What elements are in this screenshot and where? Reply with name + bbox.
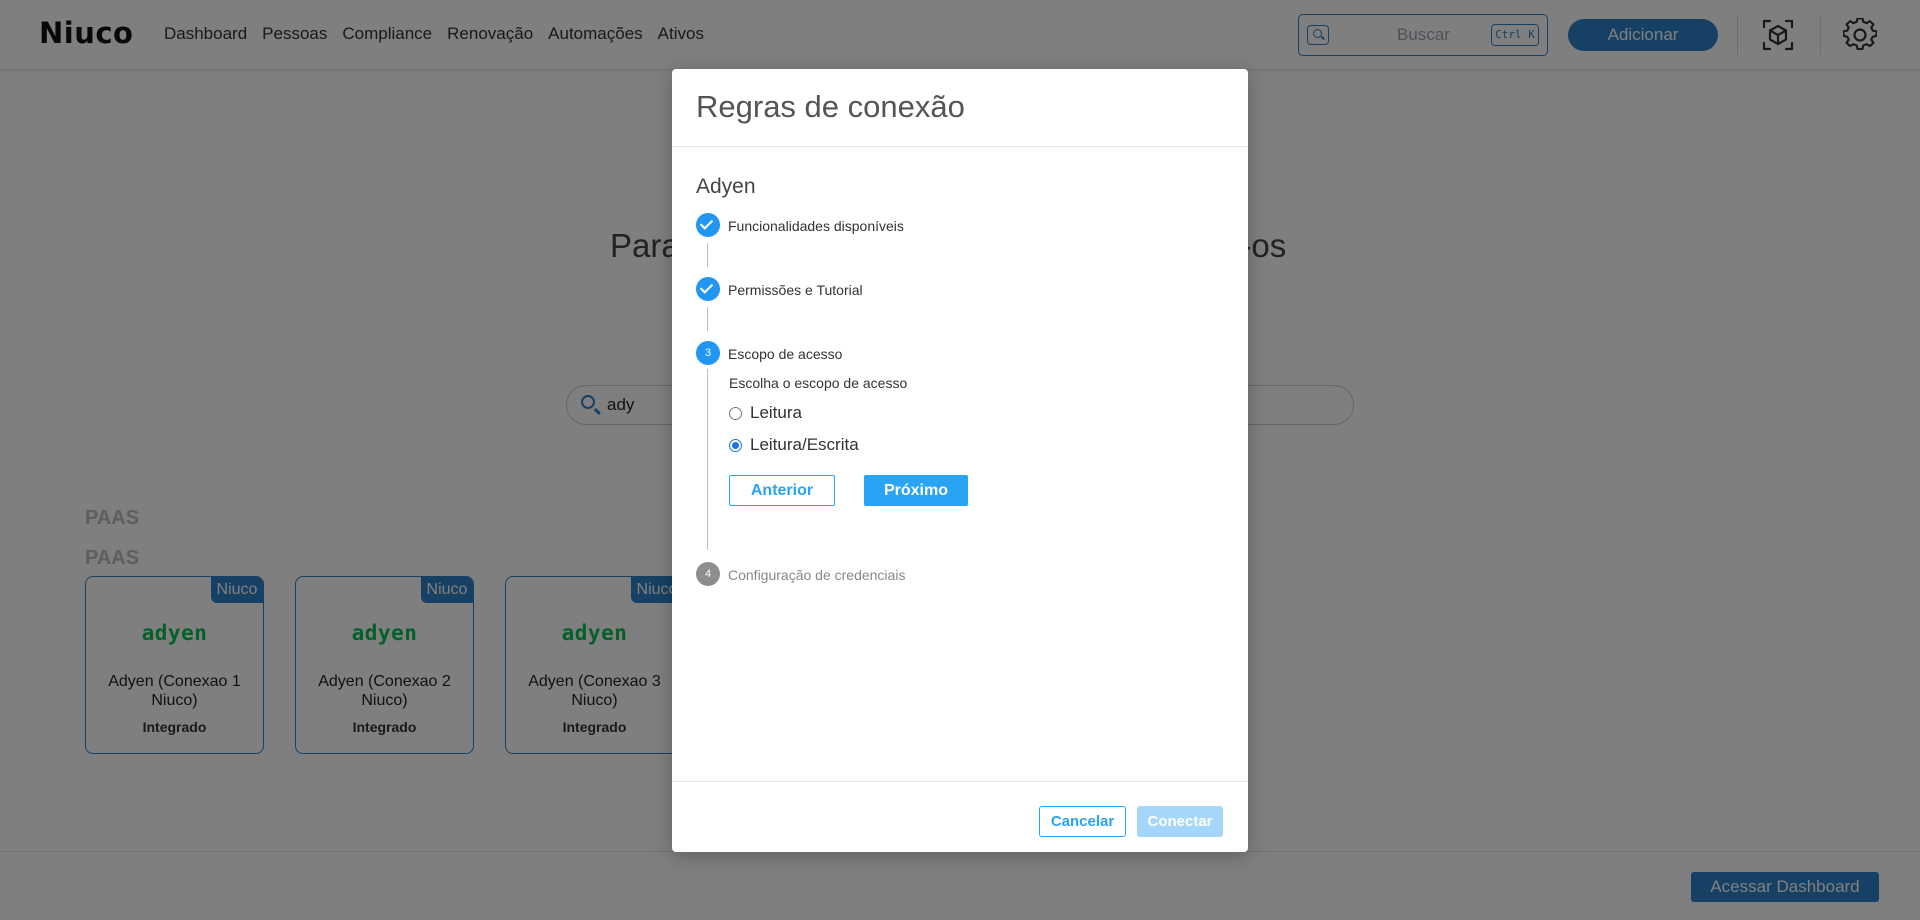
radio-read-write-label: Leitura/Escrita [750, 435, 859, 454]
step-1-complete-icon [696, 213, 720, 237]
radio-read-write[interactable] [729, 438, 742, 452]
modal-title: Regras de conexão [696, 89, 965, 124]
step-4-label: Configuração de credenciais [728, 567, 906, 583]
step-3-label: Escopo de acesso [728, 346, 843, 362]
radio-read[interactable] [729, 406, 742, 420]
scope-prompt: Escolha o escopo de acesso [729, 375, 908, 391]
step-connector [707, 243, 708, 267]
step-connector [707, 369, 708, 550]
connection-rules-modal: Regras de conexão Adyen Funcionalidades … [672, 69, 1248, 852]
step-2-complete-icon [696, 277, 720, 301]
step-3-number: 3 [696, 341, 720, 365]
step-1-label: Funcionalidades disponíveis [728, 218, 904, 234]
provider-name: Adyen [696, 175, 756, 198]
step-connector [707, 307, 708, 331]
next-button[interactable]: Próximo [864, 475, 968, 506]
step-4-number: 4 [696, 562, 720, 586]
modal-header: Regras de conexão [672, 69, 1248, 147]
modal-body: Adyen Funcionalidades disponíveis Permis… [672, 147, 1248, 781]
step-2-label: Permissões e Tutorial [728, 282, 863, 298]
previous-button[interactable]: Anterior [729, 475, 835, 506]
scope-option-read[interactable]: Leitura [729, 403, 802, 423]
connect-button[interactable]: Conectar [1137, 806, 1223, 837]
scope-option-read-write[interactable]: Leitura/Escrita [729, 435, 859, 455]
cancel-button[interactable]: Cancelar [1039, 806, 1126, 837]
radio-read-label: Leitura [750, 403, 802, 422]
modal-footer: Cancelar Conectar [672, 781, 1248, 852]
